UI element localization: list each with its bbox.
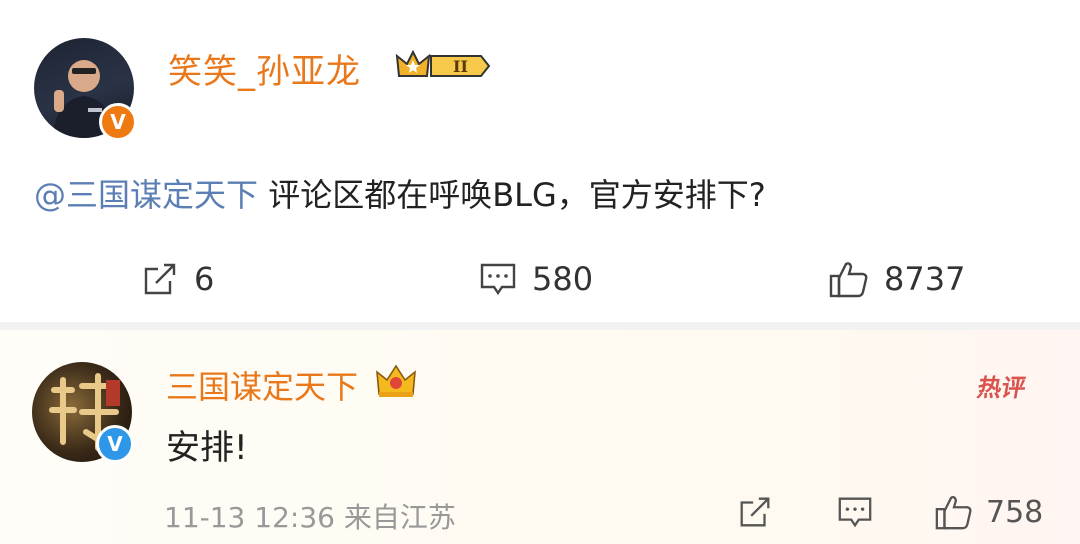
comment-like-count: 758 bbox=[986, 494, 1044, 530]
comment-text: 安排! bbox=[166, 428, 248, 468]
crown-icon bbox=[376, 364, 416, 397]
comment-time: 11-13 12:36 bbox=[164, 501, 335, 534]
thumbs-up-icon bbox=[829, 262, 868, 298]
comment-meta: 11-13 12:36 来自江苏 bbox=[164, 496, 456, 536]
hot-comment-badge: 热评 bbox=[975, 374, 1029, 402]
post-action-bar: 6 580 8737 bbox=[0, 250, 1080, 308]
verified-badge-icon: V bbox=[96, 425, 134, 463]
share-arrow-icon bbox=[144, 263, 176, 295]
like-button[interactable]: 8737 bbox=[828, 250, 965, 308]
share-arrow-icon bbox=[740, 497, 770, 527]
verified-badge-icon: V bbox=[99, 103, 137, 141]
hot-comment-card bbox=[0, 330, 1080, 544]
comment-location: 来自江苏 bbox=[343, 501, 456, 534]
commenter-name[interactable]: 三国谋定天下 bbox=[166, 362, 358, 408]
comment-repost-button[interactable] bbox=[736, 490, 774, 534]
repost-count: 6 bbox=[194, 260, 215, 298]
post-text: @三国谋定天下 评论区都在呼唤BLG，官方安排下? bbox=[34, 170, 766, 216]
level-crown-badge-icon: II bbox=[395, 49, 491, 77]
like-count: 8737 bbox=[884, 260, 966, 298]
comment-button[interactable]: 580 bbox=[478, 250, 593, 308]
comment-bubble-icon bbox=[480, 263, 516, 296]
repost-button[interactable]: 6 bbox=[140, 250, 214, 308]
mention-link[interactable]: @三国谋定天下 bbox=[34, 176, 258, 214]
section-divider bbox=[0, 322, 1080, 330]
post-body: 评论区都在呼唤BLG，官方安排下? bbox=[258, 176, 766, 214]
comment-like-button[interactable]: 758 bbox=[934, 490, 1043, 534]
comment-count: 580 bbox=[532, 260, 594, 298]
poster-name[interactable]: 笑笑_孙亚龙 bbox=[168, 44, 361, 93]
comment-reply-button[interactable] bbox=[836, 490, 874, 534]
comment-bubble-icon bbox=[838, 497, 872, 528]
thumbs-up-icon bbox=[935, 496, 972, 530]
svg-text:II: II bbox=[453, 57, 468, 76]
